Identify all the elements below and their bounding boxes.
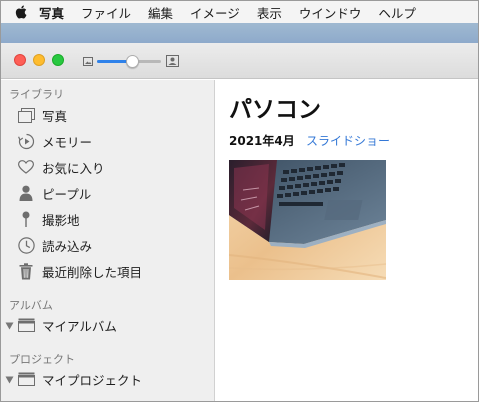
menu-photos[interactable]: 写真 [39, 3, 64, 22]
photos-icon [17, 106, 35, 124]
laptop-photo-thumbnail[interactable] [229, 160, 386, 280]
sidebar-item-label: 読み込み [42, 238, 93, 254]
menu-edit[interactable]: 編集 [148, 3, 173, 22]
sidebar-item-memories[interactable]: メモリー [17, 131, 207, 151]
page-title: パソコン [229, 97, 321, 123]
sidebar-item-photos[interactable]: 写真 [17, 105, 207, 125]
section-title-library: ライブラリ [9, 88, 64, 101]
sidebar: ライブラリ 写真 メモリー お気に入り ピープル 撮影地 読み込み 最近削除した… [1, 80, 215, 401]
zoom-slider-knob[interactable] [125, 55, 139, 68]
sidebar-item-people[interactable]: ピープル [17, 183, 207, 203]
fullscreen-window-button[interactable] [52, 54, 64, 66]
menu-help[interactable]: ヘルプ [378, 3, 416, 22]
date-label: 2021年4月 [229, 134, 295, 148]
folder-icon [17, 370, 35, 388]
window-toolbar [1, 43, 478, 79]
sidebar-item-my-albums[interactable]: マイアルバム [17, 315, 207, 335]
small-photo-icon[interactable] [83, 57, 93, 66]
sidebar-item-my-projects[interactable]: マイプロジェクト [17, 369, 207, 389]
folder-icon [17, 316, 35, 334]
desktop-background [1, 23, 478, 43]
sidebar-item-label: ピープル [42, 186, 92, 202]
sidebar-item-label: マイアルバム [42, 318, 117, 334]
sidebar-item-label: 写真 [42, 108, 68, 124]
minimize-window-button[interactable] [33, 54, 45, 66]
disclosure-triangle-icon[interactable] [5, 376, 14, 384]
pin-icon [17, 210, 35, 228]
memories-icon [17, 132, 35, 150]
heart-icon [17, 158, 35, 176]
person-icon [17, 184, 35, 202]
menu-image[interactable]: イメージ [190, 3, 240, 22]
section-title-projects: プロジェクト [9, 353, 75, 366]
trash-icon [17, 262, 35, 280]
clock-icon [17, 236, 35, 254]
menu-window[interactable]: ウインドウ [299, 3, 362, 22]
sidebar-item-recently-deleted[interactable]: 最近削除した項目 [17, 261, 207, 281]
sidebar-item-favorites[interactable]: お気に入り [17, 157, 207, 177]
sidebar-item-imports[interactable]: 読み込み [17, 235, 207, 255]
section-title-albums: アルバム [9, 299, 53, 312]
large-photo-icon[interactable] [166, 55, 179, 67]
sidebar-item-places[interactable]: 撮影地 [17, 209, 207, 229]
sidebar-item-label: 撮影地 [42, 212, 80, 228]
close-window-button[interactable] [14, 54, 26, 66]
sidebar-item-label: マイプロジェクト [42, 372, 143, 388]
sidebar-item-label: 最近削除した項目 [42, 264, 143, 280]
sidebar-item-label: メモリー [42, 134, 93, 150]
menu-file[interactable]: ファイル [81, 3, 131, 22]
apple-logo-icon[interactable] [15, 5, 27, 19]
menu-view[interactable]: 表示 [257, 3, 282, 22]
disclosure-triangle-icon[interactable] [5, 322, 14, 330]
sidebar-item-label: お気に入り [42, 160, 105, 176]
main-content: パソコン 2021年4月 スライドショー [216, 80, 478, 401]
menu-bar: 写真 ファイル 編集 イメージ 表示 ウインドウ ヘルプ [1, 1, 478, 23]
slideshow-button[interactable]: スライドショー [306, 132, 390, 149]
